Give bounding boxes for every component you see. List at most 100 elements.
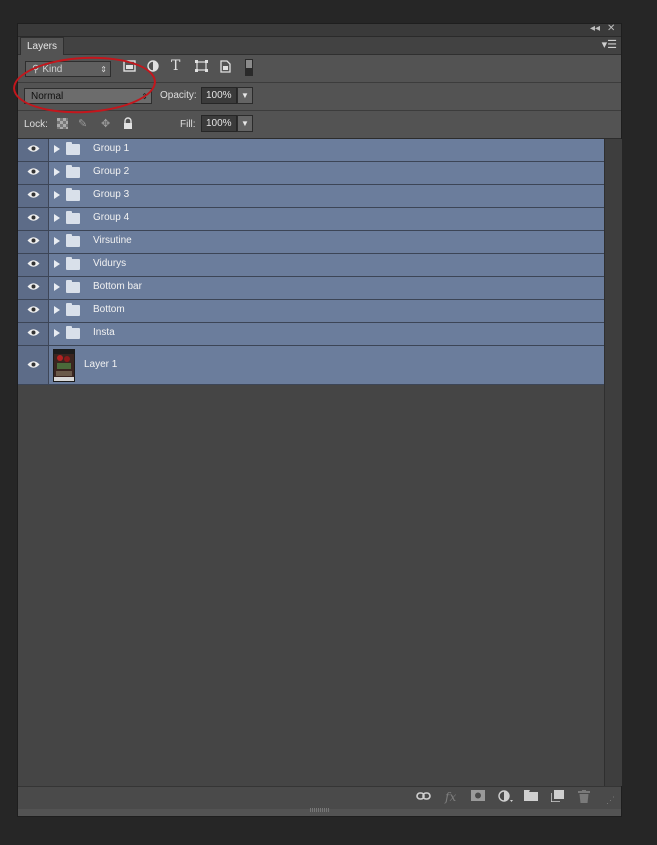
panel-resize-handle[interactable] [310, 808, 330, 812]
new-layer-icon[interactable] [550, 790, 564, 805]
filter-kind-dropdown[interactable]: ⚲ Kind ⇕ [25, 61, 111, 77]
layer-name: Bottom [93, 304, 125, 315]
visibility-toggle[interactable] [18, 300, 49, 322]
eye-icon [27, 361, 40, 368]
fx-icon[interactable]: fx [445, 790, 456, 804]
folder-icon [66, 326, 80, 339]
filter-kind-label: Kind [42, 64, 63, 75]
link-icon[interactable] [416, 790, 431, 804]
panel-tab-row: Layers ▾☰ [18, 37, 621, 55]
smart-object-filter-icon[interactable] [219, 60, 231, 75]
layers-panel-window: ◂◂ ✕ Layers ▾☰ ⚲ Kind ⇕ T Normal ⇕ Opaci… [11, 23, 622, 817]
visibility-toggle[interactable] [18, 231, 49, 253]
visibility-toggle[interactable] [18, 185, 49, 207]
visibility-toggle[interactable] [18, 277, 49, 299]
panel-menu-icon[interactable]: ▾☰ [602, 38, 617, 51]
eye-icon [27, 329, 40, 336]
expand-arrow-icon[interactable] [54, 329, 60, 337]
chevron-updown-icon: ⇕ [141, 92, 148, 101]
expand-arrow-icon[interactable] [54, 191, 60, 199]
layer-row[interactable]: Insta [18, 323, 604, 346]
collapse-icon[interactable]: ◂◂ [590, 23, 600, 34]
lock-label: Lock: [24, 119, 48, 130]
expand-arrow-icon[interactable] [54, 283, 60, 291]
image-filter-icon[interactable] [123, 60, 136, 74]
blend-mode-dropdown[interactable]: Normal ⇕ [24, 88, 152, 104]
layer-name: Group 2 [93, 166, 130, 177]
layer-name: Group 4 [93, 212, 130, 223]
layers-list[interactable]: Group 1 Group 2 Group 3 Group 4 Virsutin… [18, 139, 604, 786]
trash-icon[interactable] [578, 790, 590, 806]
eye-icon [27, 260, 40, 267]
layer-name: Virsutine [93, 235, 132, 246]
fill-input[interactable]: 100% [201, 115, 237, 132]
expand-arrow-icon[interactable] [54, 306, 60, 314]
layer-name: Layer 1 [84, 359, 118, 370]
tab-layers[interactable]: Layers [20, 37, 65, 55]
layer-thumbnail[interactable] [53, 349, 75, 382]
blend-mode-value: Normal [31, 91, 64, 102]
blend-row: Normal ⇕ Opacity: 100% ▼ [18, 83, 621, 111]
folder-icon [66, 188, 80, 201]
expand-arrow-icon[interactable] [54, 260, 60, 268]
lock-transparent-icon[interactable] [57, 118, 68, 132]
adjustment-icon[interactable] [498, 790, 514, 805]
panel-titlebar: ◂◂ ✕ [18, 23, 621, 37]
chevron-updown-icon: ⇕ [100, 65, 107, 74]
layer-row[interactable]: Virsutine [18, 231, 604, 254]
type-filter-icon[interactable]: T [171, 59, 180, 73]
shape-filter-icon[interactable] [195, 60, 208, 74]
visibility-toggle[interactable] [18, 323, 49, 345]
visibility-toggle[interactable] [18, 139, 49, 161]
fill-slider-button[interactable]: ▼ [237, 115, 253, 132]
visibility-toggle[interactable] [18, 254, 49, 276]
visibility-toggle[interactable] [18, 208, 49, 230]
mask-icon[interactable] [471, 790, 485, 804]
fill-label: Fill: [180, 119, 196, 130]
layer-row[interactable]: Layer 1 [18, 346, 604, 385]
lock-row: Lock: ✎ ✥ Fill: 100% ▼ [18, 111, 621, 139]
layer-row[interactable]: Group 3 [18, 185, 604, 208]
expand-arrow-icon[interactable] [54, 168, 60, 176]
layer-row[interactable]: Group 4 [18, 208, 604, 231]
resize-grip-icon[interactable]: ⋰ [606, 793, 615, 807]
eye-icon [27, 191, 40, 198]
eye-icon [27, 214, 40, 221]
layer-row[interactable]: Bottom [18, 300, 604, 323]
layer-name: Group 3 [93, 189, 130, 200]
filter-row: ⚲ Kind ⇕ T [18, 55, 621, 83]
opacity-label: Opacity: [160, 90, 197, 101]
eye-icon [27, 168, 40, 175]
lock-position-move-icon[interactable]: ✥ [101, 117, 110, 130]
search-icon: ⚲ [32, 64, 40, 75]
visibility-toggle[interactable] [18, 346, 49, 384]
layers-bottom-toolbar: fx ⋰ [18, 786, 621, 809]
new-group-icon[interactable] [524, 790, 538, 804]
expand-arrow-icon[interactable] [54, 237, 60, 245]
adjustment-filter-icon[interactable] [147, 60, 159, 74]
folder-icon [66, 257, 80, 270]
eye-icon [27, 306, 40, 313]
folder-icon [66, 280, 80, 293]
eye-icon [27, 283, 40, 290]
lock-all-icon[interactable] [123, 117, 133, 132]
expand-arrow-icon[interactable] [54, 145, 60, 153]
layer-row[interactable]: Group 2 [18, 162, 604, 185]
filter-toggle-icon[interactable] [245, 59, 253, 78]
folder-icon [66, 234, 80, 247]
layers-scrollbar[interactable] [604, 139, 622, 786]
layer-row[interactable]: Vidurys [18, 254, 604, 277]
opacity-slider-button[interactable]: ▼ [237, 87, 253, 104]
folder-icon [66, 211, 80, 224]
layer-row[interactable]: Group 1 [18, 139, 604, 162]
eye-icon [27, 145, 40, 152]
layer-name: Group 1 [93, 143, 130, 154]
lock-pixels-brush-icon[interactable]: ✎ [78, 117, 87, 130]
layer-name: Vidurys [93, 258, 127, 269]
layer-row[interactable]: Bottom bar [18, 277, 604, 300]
expand-arrow-icon[interactable] [54, 214, 60, 222]
opacity-input[interactable]: 100% [201, 87, 237, 104]
close-icon[interactable]: ✕ [607, 23, 615, 34]
visibility-toggle[interactable] [18, 162, 49, 184]
folder-icon [66, 142, 80, 155]
